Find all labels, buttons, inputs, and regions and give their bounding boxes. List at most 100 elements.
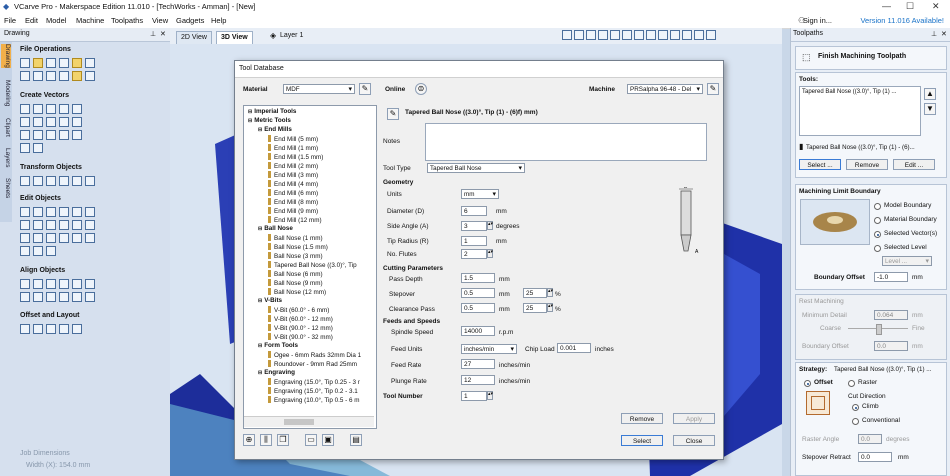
align-h-center-icon[interactable] (33, 279, 43, 289)
selected-level-radio[interactable] (874, 245, 881, 252)
tree-tool-item[interactable]: End Mill (5 mm) (268, 135, 318, 143)
tree-group[interactable]: ⊟ V-Bits (258, 297, 282, 304)
material-edit-icon[interactable]: ✎ (359, 83, 371, 95)
spindle-input[interactable]: 14000 (461, 326, 495, 336)
polyline-icon[interactable] (20, 117, 30, 127)
distribute-v-icon[interactable] (46, 292, 56, 302)
select-all-icon[interactable] (59, 207, 69, 217)
show-vectors-icon[interactable] (682, 30, 692, 40)
dimension-icon[interactable] (59, 130, 69, 140)
join-icon[interactable] (20, 220, 30, 230)
tree-tool-item[interactable]: Roundover - 9mm Rad 25mm (268, 360, 357, 368)
duplicate-icon[interactable] (72, 233, 82, 243)
arc-icon[interactable] (33, 117, 43, 127)
subtract-icon[interactable] (72, 220, 82, 230)
tree-tool-item[interactable]: Ball Nose (9 mm) (268, 279, 323, 287)
maximize-button[interactable]: ☐ (906, 1, 914, 12)
export-tools-icon[interactable]: ▣ (322, 434, 334, 446)
align-top-icon[interactable] (85, 279, 95, 289)
view-right-icon[interactable] (610, 30, 620, 40)
climb-radio[interactable] (852, 404, 859, 411)
dialog-remove-button[interactable]: Remove (621, 413, 663, 424)
side-angle-input[interactable]: 3 (461, 221, 487, 231)
material-boundary-radio[interactable] (874, 217, 881, 224)
tree-group[interactable]: ⊟ End Mills (258, 126, 292, 133)
material-dropdown[interactable]: MDF (283, 84, 355, 95)
tree-tool-item[interactable]: End Mill (1 mm) (268, 144, 318, 152)
pass-depth-input[interactable]: 1.5 (461, 273, 495, 283)
weld-icon[interactable] (59, 220, 69, 230)
stepover-retract-input[interactable]: 0.0 (858, 452, 892, 462)
tool-number-spinner[interactable]: ▴▾ (487, 391, 493, 400)
tree-scroll-thumb[interactable] (284, 419, 314, 425)
units-dropdown[interactable]: mm (461, 189, 499, 200)
online-icon[interactable]: ⊜ (415, 83, 427, 95)
tab-clipart[interactable]: Clipart (1, 118, 11, 137)
tree-tool-item[interactable]: Engraving (15.0°, Tip 0.25 - 3 r (268, 378, 360, 386)
slot-icon[interactable] (33, 246, 43, 256)
flutes-spinner[interactable]: ▴▾ (487, 249, 493, 258)
chip-load-input[interactable]: 0.001 (557, 343, 591, 353)
tree-horizontal-scrollbar[interactable] (244, 416, 374, 427)
move-up-button[interactable]: ▲ (924, 88, 936, 100)
rounded-rect-icon[interactable] (20, 246, 30, 256)
tip-radius-input[interactable]: 1 (461, 236, 487, 246)
menu-edit[interactable]: Edit (25, 16, 38, 25)
expand-icon[interactable]: ⊟ (258, 370, 262, 376)
tree-tool-item[interactable]: End Mill (2 mm) (268, 162, 318, 170)
view-left-icon[interactable] (598, 30, 608, 40)
ungroup-icon[interactable] (85, 207, 95, 217)
selected-vectors-radio[interactable] (874, 231, 881, 238)
angle-icon[interactable] (72, 130, 82, 140)
tools-list-item[interactable]: Tapered Ball Nose ((3.0)°, Tip (1) ... (802, 89, 896, 95)
auto-layout-text-icon[interactable] (46, 130, 56, 140)
feed-units-dropdown[interactable]: inches/min (461, 344, 517, 355)
menu-toolpaths[interactable]: Toolpaths (111, 16, 143, 25)
plunge-rate-input[interactable]: 12 (461, 375, 495, 385)
render-icon[interactable] (646, 30, 656, 40)
snap-icon[interactable] (46, 71, 56, 81)
clearance-pct-spinner[interactable]: ▴▾ (547, 303, 553, 312)
space-h-icon[interactable] (59, 292, 69, 302)
copy-tool-icon[interactable]: ❐ (277, 434, 289, 446)
toggle-toolpaths-icon[interactable] (658, 30, 668, 40)
expand-icon[interactable]: ⊟ (258, 298, 262, 304)
open-file-icon[interactable] (33, 58, 43, 68)
view-iso-icon[interactable] (562, 30, 572, 40)
zoom-extents-icon[interactable] (634, 30, 644, 40)
import-tools-icon[interactable]: ▭ (305, 434, 317, 446)
tools-edit-button[interactable]: Edit ... (893, 159, 935, 170)
view-front-icon[interactable] (586, 30, 596, 40)
add-tool-icon[interactable]: ⊕ (243, 434, 255, 446)
export-icon[interactable] (85, 58, 95, 68)
delete-tool-icon[interactable]: ▤ (350, 434, 362, 446)
extend-icon[interactable] (46, 233, 56, 243)
stepover-input[interactable]: 0.5 (461, 288, 495, 298)
expand-icon[interactable]: ⊟ (258, 127, 262, 133)
tools-select-button[interactable]: Select ... (799, 159, 841, 170)
tree-tool-item[interactable]: Ball Nose (3 mm) (268, 252, 323, 260)
raster-angle-input[interactable]: 0.0 (858, 434, 882, 444)
tree-tool-item[interactable]: Tapered Ball Nose ((3.0)°, Tip (268, 261, 357, 269)
side-angle-spinner[interactable]: ▴▾ (487, 221, 493, 230)
rotate-icon[interactable] (59, 176, 69, 186)
array-copy-icon[interactable] (33, 324, 43, 334)
tree-tool-item[interactable]: V-Bit (60.0° - 6 mm) (268, 306, 329, 314)
tree-group[interactable]: ⊟ Imperial Tools (248, 108, 296, 115)
redo-icon[interactable] (85, 71, 95, 81)
tool-tree[interactable]: ⊟ Imperial Tools ⊟ Metric Tools ⊟ End Mills En… (243, 105, 377, 429)
tree-tool-item[interactable]: Ogee - 6mm Rads 32mm Dia 1 (268, 351, 361, 359)
clearance-input[interactable]: 0.5 (461, 303, 495, 313)
move-icon[interactable] (20, 176, 30, 186)
tools-remove-button[interactable]: Remove (846, 159, 888, 170)
tree-tool-item[interactable]: V-Bit (90.0° - 32 mm) (268, 333, 333, 341)
panel-close-icon[interactable]: ✕ (160, 30, 166, 38)
nesting-icon[interactable] (59, 324, 69, 334)
trim-icon[interactable] (46, 220, 56, 230)
layer-dropdown[interactable]: Layer 1 (280, 32, 303, 39)
close-vectors-icon[interactable] (33, 220, 43, 230)
offset-radio[interactable] (804, 380, 811, 387)
inlay-icon[interactable] (33, 143, 43, 153)
tree-tool-item[interactable]: End Mill (6 mm) (268, 189, 318, 197)
expand-icon[interactable]: ⊟ (258, 226, 262, 232)
